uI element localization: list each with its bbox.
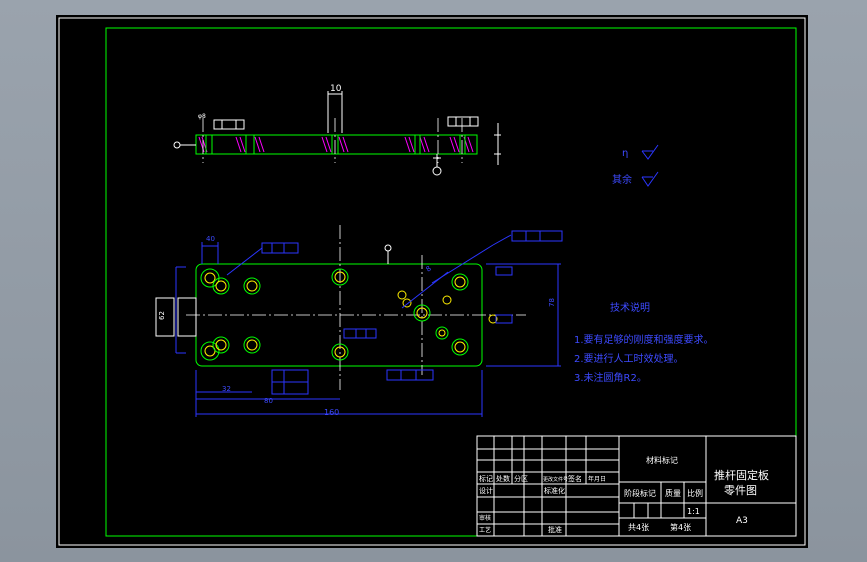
tech-note-2: 2.要进行人工时效处理。 <box>574 352 684 365</box>
tb-zone: 分区 <box>514 474 528 483</box>
dim-top-10: 10 <box>330 84 342 94</box>
roughness-label-1: η <box>622 148 628 159</box>
tb-count: 处数 <box>496 474 510 483</box>
cad-drawing-viewport[interactable]: 10 φ8 160 80 32 78 8 40 62 η 其余 技术说明 1.要… <box>56 15 808 548</box>
tb-signature: 签名 <box>568 474 582 483</box>
tb-review: 审核 <box>479 514 491 522</box>
tb-material-mark: 材料标记 <box>646 455 678 465</box>
technical-notes: 技术说明 1.要有足够的刚度和强度要求。 2.要进行人工时效处理。 3.未注圆角… <box>574 301 714 384</box>
tb-sheet-no: 第4张 <box>670 522 691 532</box>
outer-frame <box>58 17 806 546</box>
dim-w-32: 32 <box>222 385 231 393</box>
tb-paper-size: A3 <box>736 516 748 526</box>
tech-notes-title: 技术说明 <box>610 301 650 314</box>
title-block: 材料标记 推杆固定板 零件图 阶段标记 质量 比例 1:1 共4张 第4张 A3… <box>476 435 797 537</box>
tb-part-name-1: 推杆固定板 <box>714 468 769 482</box>
dim-h-40: 40 <box>206 235 215 243</box>
tb-scale: 比例 <box>687 488 703 498</box>
roughness-symbols: η 其余 <box>612 144 659 187</box>
dim-w-80: 80 <box>264 397 273 405</box>
tech-note-3: 3.未注圆角R2。 <box>574 371 647 384</box>
tb-date: 年月日 <box>588 475 606 483</box>
tb-scale-value: 1:1 <box>687 507 700 516</box>
tb-standardize: 标准化 <box>544 486 565 495</box>
tb-weight: 质量 <box>665 488 681 498</box>
inner-frame <box>105 27 797 537</box>
dim-h-78: 78 <box>548 298 556 307</box>
tech-note-1: 1.要有足够的刚度和强度要求。 <box>574 333 714 346</box>
dim-w-160: 160 <box>324 408 339 417</box>
tb-design: 设计 <box>479 486 493 495</box>
top-view: 10 φ8 <box>173 84 501 176</box>
tb-approve: 批准 <box>548 525 562 534</box>
dim-top-phi: φ8 <box>198 113 206 120</box>
tb-part-name-2: 零件图 <box>724 484 757 497</box>
tb-mark: 标记 <box>479 474 493 483</box>
tb-sheets-total: 共4张 <box>628 523 649 532</box>
dim-r-8: 8 <box>425 265 433 274</box>
plan-view: 160 80 32 78 8 40 62 <box>155 225 563 417</box>
plan-holes <box>200 268 498 361</box>
roughness-label-2: 其余 <box>612 173 632 186</box>
drawing-sheet: 10 φ8 160 80 32 78 8 40 62 η 其余 技术说明 1.要… <box>58 17 806 546</box>
tb-stage-mark: 阶段标记 <box>624 488 656 498</box>
tb-change-doc: 更改文件号 <box>543 476 568 483</box>
dim-h-62: 62 <box>158 311 166 320</box>
tb-process: 工艺 <box>479 526 491 534</box>
